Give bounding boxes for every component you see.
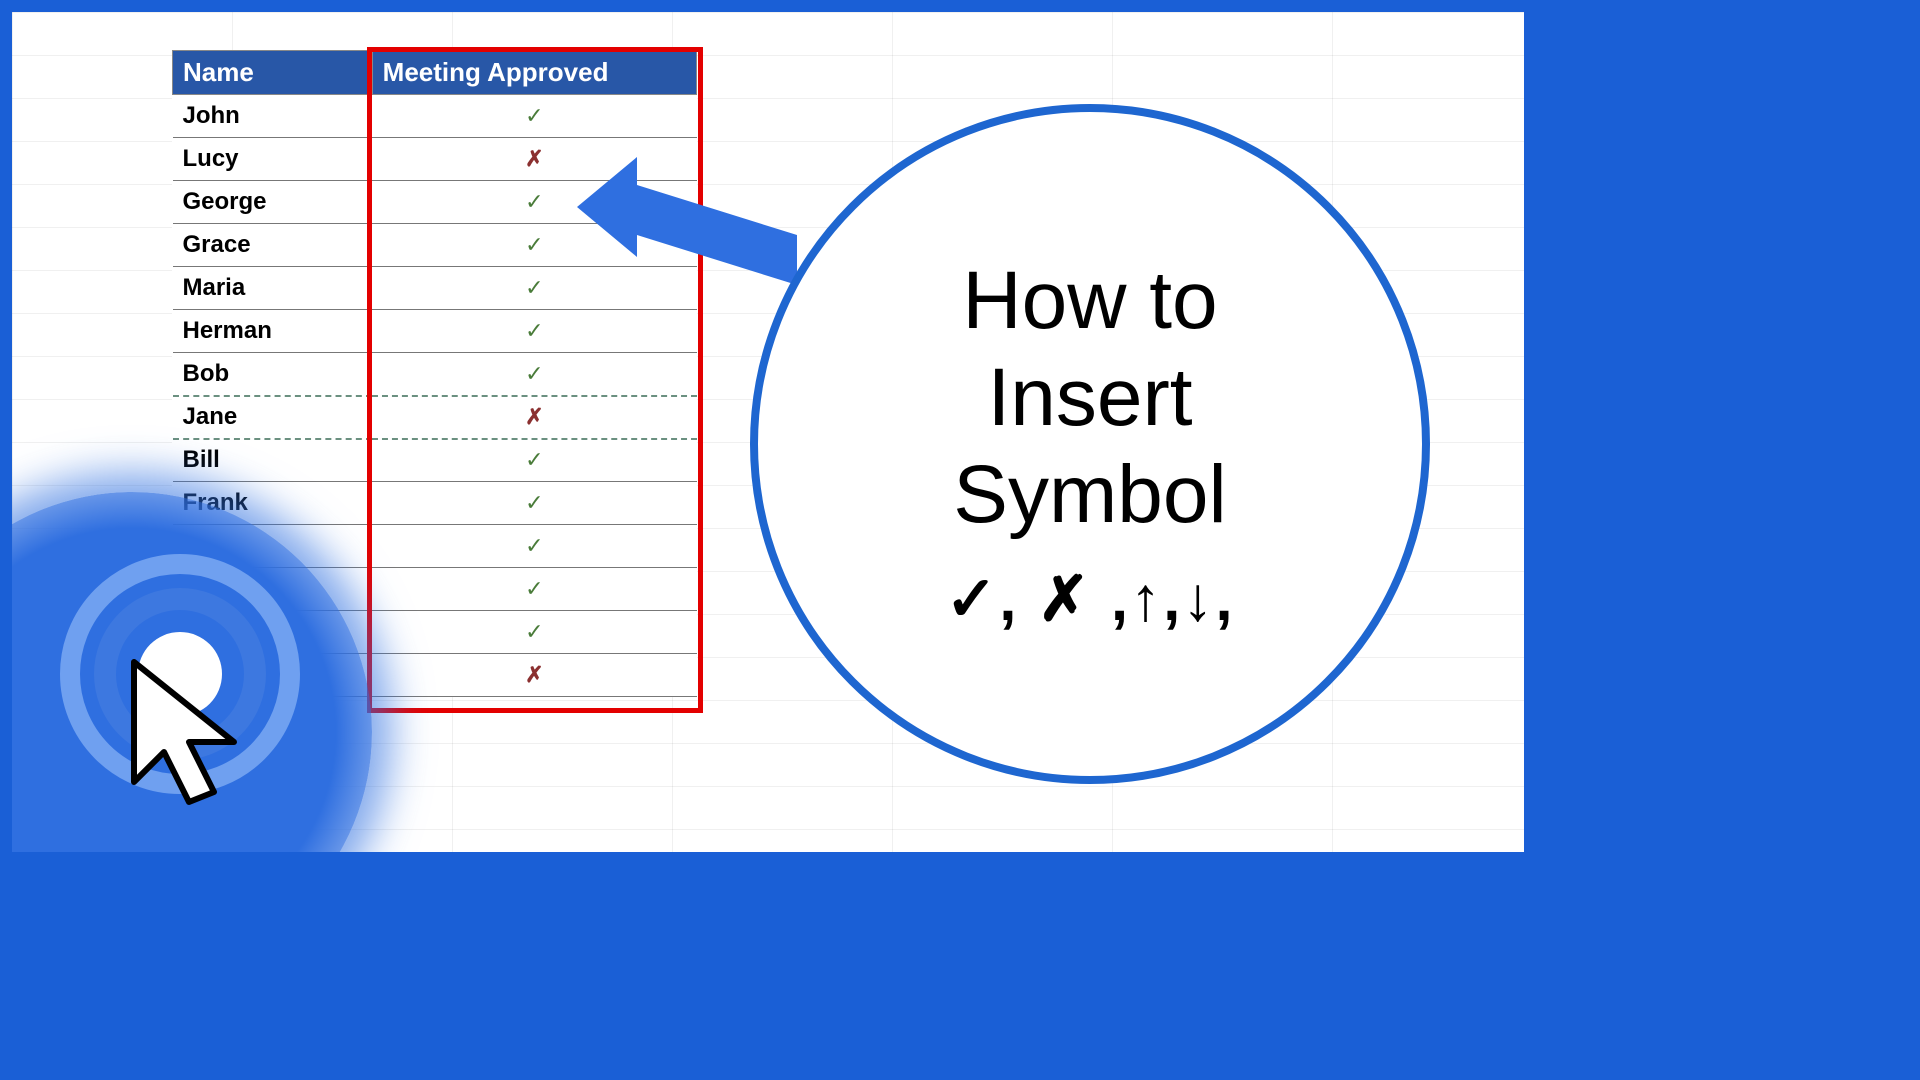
table-row: Frank✓ (173, 482, 697, 525)
approved-cell[interactable]: ✓ (372, 611, 696, 654)
cross-icon: ✗ (525, 662, 543, 687)
approved-cell[interactable]: ✗ (372, 654, 696, 697)
approved-cell[interactable]: ✓ (372, 95, 696, 138)
approved-cell[interactable]: ✗ (372, 138, 696, 181)
cursor-icon (124, 652, 274, 822)
header-approved: Meeting Approved (372, 51, 696, 95)
table-row: John ✓ (173, 95, 697, 138)
approved-cell[interactable]: ✓ (372, 310, 696, 353)
approved-cell[interactable]: ✓ (372, 181, 696, 224)
approved-cell[interactable]: ✓ (372, 224, 696, 267)
check-icon: ✓ (525, 103, 543, 128)
approved-cell[interactable]: ✓ (372, 439, 696, 482)
check-icon: ✓ (525, 361, 543, 386)
table-row: Jane ✗ (173, 396, 697, 439)
approved-cell[interactable]: ✓ (372, 568, 696, 611)
name-cell[interactable]: Jane (173, 396, 373, 439)
approved-cell[interactable]: ✓ (372, 353, 696, 396)
name-cell[interactable]: John (173, 95, 373, 138)
name-cell[interactable]: Herman (173, 310, 373, 353)
table-row: Herman ✓ (173, 310, 697, 353)
approved-cell[interactable]: ✓ (372, 267, 696, 310)
name-cell[interactable]: Grace (173, 224, 373, 267)
name-cell[interactable]: George (173, 181, 373, 224)
content-frame: Name Meeting Approved John✓Lucy✗George✓G… (12, 12, 1524, 852)
name-cell[interactable]: Lucy (173, 138, 373, 181)
name-cell[interactable]: Bob (173, 353, 373, 396)
approved-cell[interactable]: ✓ (372, 482, 696, 525)
table-row: Bob ✓ (173, 353, 697, 396)
check-icon: ✓ (525, 619, 543, 644)
table-row: Bill ✓ (173, 439, 697, 482)
cross-icon: ✗ (525, 146, 543, 171)
check-icon: ✓ (525, 576, 543, 601)
table-row: Maria ✓ (173, 267, 697, 310)
callout-bubble: How to Insert Symbol ✓, ✗ ,↑,↓, (750, 104, 1430, 784)
check-icon: ✓ (525, 447, 543, 472)
approved-cell[interactable]: ✓ (372, 525, 696, 568)
table-row: Grace ✓ (173, 224, 697, 267)
name-cell[interactable]: Maria (173, 267, 373, 310)
callout-line2: Insert (987, 350, 1192, 447)
approved-cell[interactable]: ✗ (372, 396, 696, 439)
header-name: Name (173, 51, 373, 95)
table-header-row: Name Meeting Approved (173, 51, 697, 95)
check-icon: ✓ (525, 189, 543, 214)
table-row: George ✓ (173, 181, 697, 224)
callout-line1: How to (962, 253, 1217, 350)
check-icon: ✓ (525, 318, 543, 343)
check-icon: ✓ (525, 232, 543, 257)
callout-symbols: ✓, ✗ ,↑,↓, (945, 562, 1234, 635)
name-cell[interactable]: Bill (173, 439, 373, 482)
callout-line3: Symbol (953, 447, 1226, 544)
check-icon: ✓ (525, 533, 543, 558)
table-row: Lucy ✗ (173, 138, 697, 181)
check-icon: ✓ (525, 275, 543, 300)
cross-icon: ✗ (525, 404, 543, 429)
check-icon: ✓ (525, 490, 543, 515)
